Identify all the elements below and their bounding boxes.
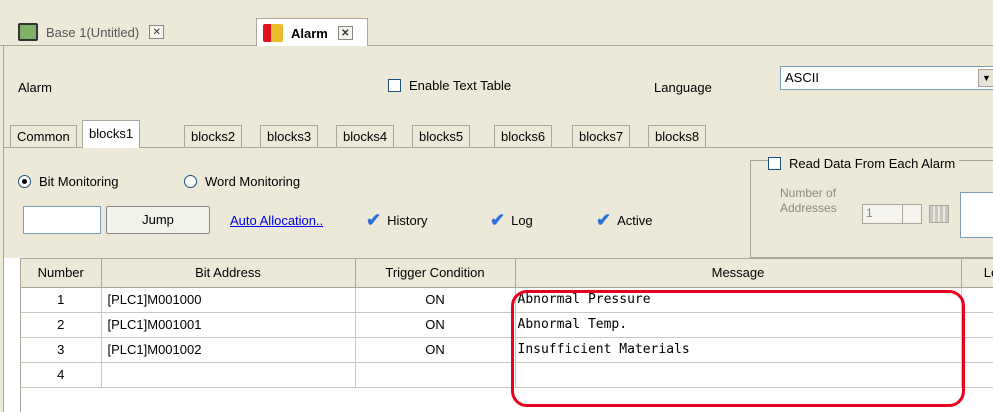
addresses-stepper-value: 1 xyxy=(866,206,873,220)
active-label: Active xyxy=(617,213,653,228)
bit-address-cell[interactable]: [PLC1]M001001 xyxy=(101,312,356,338)
read-address-input[interactable] xyxy=(960,192,993,238)
checkmark-icon[interactable]: ✔ xyxy=(596,210,611,231)
close-icon[interactable]: ✕ xyxy=(337,26,353,40)
block-tabs: Common blocks1 blocks2 blocks3 blocks4 b… xyxy=(4,118,993,148)
level-cell[interactable] xyxy=(961,312,993,338)
checkbox-icon[interactable] xyxy=(388,79,401,92)
addresses-text: Addresses xyxy=(780,201,837,215)
message-cell[interactable]: Abnormal Temp. xyxy=(515,312,962,338)
tab-base-1[interactable]: Base 1(Untitled) ✕ xyxy=(12,18,256,46)
language-value: ASCII xyxy=(785,70,819,85)
bit-address-cell[interactable]: [PLC1]M001002 xyxy=(101,337,356,363)
history-checkbox[interactable]: ✔ History xyxy=(366,210,428,231)
table-row[interactable]: 3 [PLC1]M001002 ON Insufficient Material… xyxy=(21,337,993,363)
number-of-text: Number of xyxy=(780,186,837,200)
tab-blocks6[interactable]: blocks6 xyxy=(494,125,553,147)
number-of-addresses-label: Number of Addresses xyxy=(780,186,837,216)
column-header-trigger-condition[interactable]: Trigger Condition xyxy=(355,259,516,288)
active-checkbox[interactable]: ✔ Active xyxy=(596,210,653,231)
trigger-cell[interactable]: ON xyxy=(355,312,516,338)
language-select[interactable]: ASCII ▼ xyxy=(780,66,993,90)
tab-blocks2[interactable]: blocks2 xyxy=(184,125,243,147)
table-row[interactable]: 1 [PLC1]M001000 ON Abnormal Pressure xyxy=(21,287,993,313)
tab-blocks5[interactable]: blocks5 xyxy=(412,125,471,147)
trigger-cell[interactable]: ON xyxy=(355,337,516,363)
monitoring-options: Bit Monitoring Word Monitoring Jump Auto… xyxy=(4,148,993,258)
word-monitoring-radio[interactable]: Word Monitoring xyxy=(184,174,300,189)
table-row[interactable]: 2 [PLC1]M001001 ON Abnormal Temp. xyxy=(21,312,993,338)
document-tab-strip: Base 1(Untitled) ✕ Alarm ✕ xyxy=(0,0,993,47)
tab-blocks1[interactable]: blocks1 xyxy=(82,120,141,148)
bit-address-cell[interactable]: [PLC1]M001000 xyxy=(101,287,356,313)
tab-common[interactable]: Common xyxy=(10,125,77,147)
row-number: 2 xyxy=(21,312,102,338)
jump-input[interactable] xyxy=(23,206,101,234)
page-title: Alarm xyxy=(18,80,52,95)
enable-text-table-label: Enable Text Table xyxy=(409,78,512,93)
history-label: History xyxy=(387,213,428,228)
alarm-header: Alarm Enable Text Table Language ASCII ▼ xyxy=(4,46,993,118)
radio-icon[interactable] xyxy=(184,175,197,188)
read-data-checkbox[interactable]: Read Data From Each Alarm xyxy=(768,156,960,171)
bit-monitoring-radio[interactable]: Bit Monitoring xyxy=(18,174,118,189)
read-data-label: Read Data From Each Alarm xyxy=(789,156,956,171)
auto-allocation-link[interactable]: Auto Allocation.. xyxy=(230,213,323,228)
base-screen-icon xyxy=(18,23,38,41)
row-number: 1 xyxy=(21,287,102,313)
tab-blocks8[interactable]: blocks8 xyxy=(648,125,707,147)
tab-blocks4[interactable]: blocks4 xyxy=(336,125,395,147)
table-row[interactable]: 4 xyxy=(21,362,993,388)
alarm-icon xyxy=(263,24,283,42)
close-icon[interactable]: ✕ xyxy=(149,25,165,39)
column-header-level[interactable]: Le xyxy=(961,259,993,288)
trigger-cell[interactable] xyxy=(355,362,516,388)
stepper-arrows-icon[interactable] xyxy=(902,205,921,223)
log-checkbox[interactable]: ✔ Log xyxy=(490,210,533,231)
checkmark-icon[interactable]: ✔ xyxy=(366,210,381,231)
alarm-table: Number Bit Address Trigger Condition Mes… xyxy=(20,258,993,412)
checkbox-icon[interactable] xyxy=(768,157,781,170)
checkmark-icon[interactable]: ✔ xyxy=(490,210,505,231)
language-label: Language xyxy=(654,80,712,95)
row-number: 4 xyxy=(21,362,102,388)
level-cell[interactable] xyxy=(961,337,993,363)
keypad-icon[interactable] xyxy=(929,205,949,223)
trigger-cell[interactable]: ON xyxy=(355,287,516,313)
chevron-down-icon[interactable]: ▼ xyxy=(978,69,993,87)
radio-selected-icon[interactable] xyxy=(18,175,31,188)
tab-blocks3[interactable]: blocks3 xyxy=(260,125,319,147)
column-header-bit-address[interactable]: Bit Address xyxy=(101,259,356,288)
word-monitoring-label: Word Monitoring xyxy=(205,174,301,189)
log-label: Log xyxy=(511,213,533,228)
tab-alarm[interactable]: Alarm ✕ xyxy=(256,18,368,47)
bit-monitoring-label: Bit Monitoring xyxy=(39,174,119,189)
editor-window: Base 1(Untitled) ✕ Alarm ✕ Alarm Enable … xyxy=(0,0,993,412)
tab-label: Base 1(Untitled) xyxy=(46,24,140,40)
alarm-panel: Alarm Enable Text Table Language ASCII ▼… xyxy=(3,46,993,412)
column-header-message[interactable]: Message xyxy=(515,259,962,288)
enable-text-table-checkbox[interactable]: Enable Text Table xyxy=(388,78,511,93)
message-cell[interactable]: Insufficient Materials xyxy=(515,337,962,363)
message-cell[interactable] xyxy=(515,362,962,388)
tab-blocks7[interactable]: blocks7 xyxy=(572,125,631,147)
tab-label: Alarm xyxy=(291,25,328,41)
level-cell[interactable] xyxy=(961,362,993,388)
table-header-row: Number Bit Address Trigger Condition Mes… xyxy=(21,259,993,288)
row-number: 3 xyxy=(21,337,102,363)
level-cell[interactable] xyxy=(961,287,993,313)
bit-address-cell[interactable] xyxy=(101,362,356,388)
jump-button[interactable]: Jump xyxy=(106,206,210,234)
message-cell[interactable]: Abnormal Pressure xyxy=(515,287,962,313)
column-header-number[interactable]: Number xyxy=(21,259,102,288)
